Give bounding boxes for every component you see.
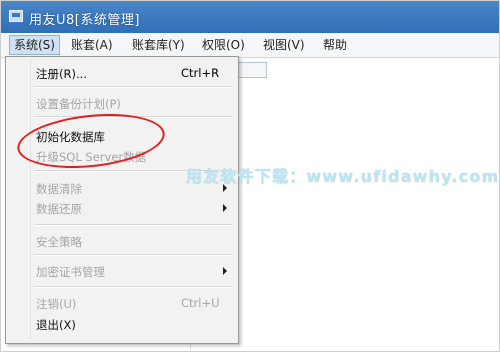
menu-item-exit[interactable]: 退出(X) [36,317,76,333]
menu-separator [34,224,232,226]
tree-header-cell [235,62,267,78]
menu-account-library[interactable]: 账套库(Y) [128,36,189,54]
menu-item-backup-plan[interactable]: 设置备份计划(P) [36,96,121,112]
submenu-arrow-icon [223,204,227,212]
system-menu-dropdown: 注册(R)... Ctrl+R 设置备份计划(P) 初始化数据库 升级SQL S… [5,56,239,344]
menu-item-security-policy[interactable]: 安全策略 [36,234,82,250]
watermark-text: 用友软件下载：www.ufidawhy.com [186,167,500,186]
app-window-icon [9,10,23,22]
menu-separator [34,286,232,288]
menu-view[interactable]: 视图(V) [259,36,309,54]
menu-account-set[interactable]: 账套(A) [67,36,117,54]
menu-separator [34,254,232,256]
menu-item-cert-management[interactable]: 加密证书管理 [36,264,105,280]
title-bar[interactable]: 用友U8[系统管理] [1,1,499,33]
menu-item-logout[interactable]: 注销(U) [36,296,76,312]
menu-item-register[interactable]: 注册(R)... [36,66,87,82]
submenu-arrow-icon [223,267,227,275]
menu-permissions[interactable]: 权限(O) [198,36,249,54]
shortcut-logout: Ctrl+U [181,296,220,310]
menu-gutter [30,59,31,339]
menu-help[interactable]: 帮助 [319,36,351,54]
menu-item-data-clear[interactable]: 数据清除 [36,181,82,197]
menu-system[interactable]: 系统(S) [9,35,60,55]
menu-bar: 系统(S) 账套(A) 账套库(Y) 权限(O) 视图(V) 帮助 [1,33,499,58]
menu-separator [34,86,232,88]
menu-item-data-restore[interactable]: 数据还原 [36,201,82,217]
window-title: 用友U8[系统管理] [29,13,140,28]
shortcut-register: Ctrl+R [181,66,220,80]
